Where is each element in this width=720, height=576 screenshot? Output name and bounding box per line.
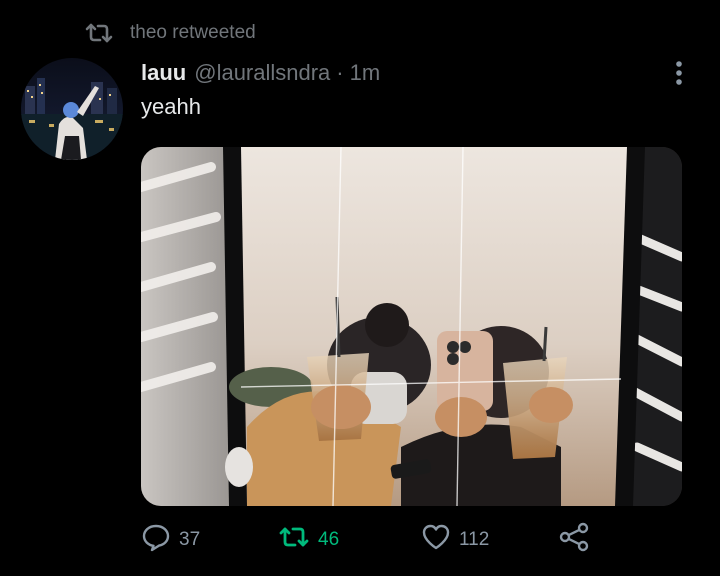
reply-button[interactable]: 37 <box>141 522 200 558</box>
reply-count: 37 <box>179 529 201 550</box>
tweet-actions: 37 46 112 <box>0 522 720 558</box>
retweet-banner[interactable]: theo retweeted <box>84 20 256 46</box>
tweet-header: lauu @laurallsndra · 1m <box>141 60 380 90</box>
user-handle[interactable]: @laurallsndra <box>194 60 330 86</box>
heart-icon <box>421 523 451 557</box>
share-button[interactable] <box>558 522 590 558</box>
more-options-button[interactable] <box>664 60 694 90</box>
header-separator: · <box>336 60 344 85</box>
display-name[interactable]: lauu <box>141 60 186 86</box>
more-vertical-icon <box>674 60 684 91</box>
retweet-icon <box>278 524 310 556</box>
like-count: 112 <box>459 529 490 550</box>
share-icon <box>558 522 590 558</box>
tweet-media[interactable] <box>141 147 682 506</box>
retweet-icon <box>84 21 114 45</box>
tweet-text: yeahh <box>141 94 201 119</box>
retweet-button[interactable]: 46 <box>278 522 339 558</box>
retweet-count: 46 <box>318 529 340 550</box>
like-button[interactable]: 112 <box>421 522 489 558</box>
reply-icon <box>141 522 171 558</box>
avatar[interactable] <box>21 58 123 160</box>
tweet-timestamp[interactable]: 1m <box>350 60 381 86</box>
retweet-banner-text: theo retweeted <box>130 22 256 43</box>
